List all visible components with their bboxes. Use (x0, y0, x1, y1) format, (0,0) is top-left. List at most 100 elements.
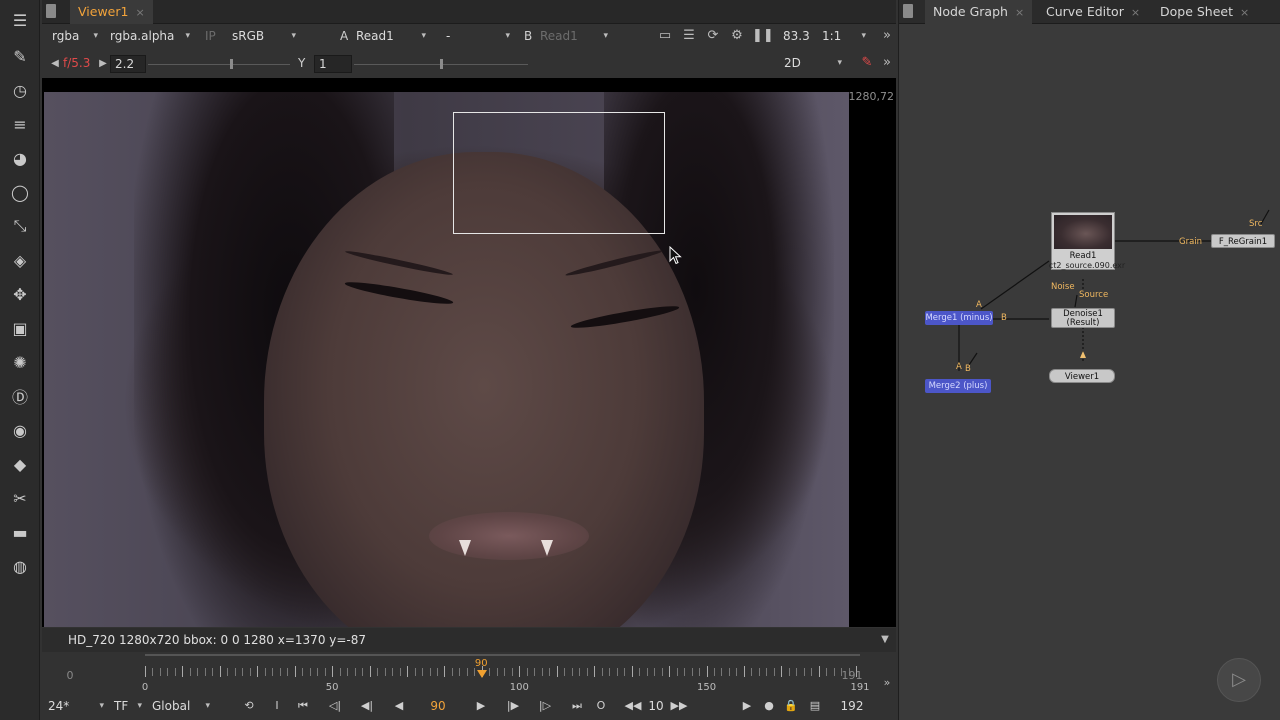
frame-increment-field[interactable]: 10 (648, 696, 664, 716)
eye-icon[interactable]: ◉ (8, 418, 32, 442)
pause-icon[interactable]: ❚❚ (752, 27, 774, 45)
play-overlay-icon[interactable]: ▷ (1217, 658, 1261, 702)
go-to-start-icon[interactable]: ⏮ (292, 696, 314, 716)
metadata-icon[interactable]: ▬ (8, 520, 32, 544)
d-icon[interactable]: Ⓓ (8, 384, 32, 408)
cache-icon[interactable]: ▤ (804, 696, 826, 716)
keyer-icon[interactable]: ⤡ (8, 214, 32, 238)
ruler-tick (549, 668, 551, 676)
input-a-dropdown[interactable]: Read1 (356, 25, 428, 47)
skip-forward-icon[interactable]: ▶▶ (668, 696, 690, 716)
proxy-dropdown[interactable]: 1:1 (822, 25, 868, 47)
timecode-dropdown[interactable]: TF (114, 696, 144, 716)
tab-viewer1[interactable]: Viewer1 × (70, 0, 153, 24)
roi-icon[interactable]: ▭ (656, 27, 674, 45)
input-b-dropdown[interactable]: Read1 (540, 25, 610, 47)
view-mode-dropdown[interactable]: 2D (784, 52, 844, 74)
playhead-label: 90 (474, 658, 488, 669)
compare-mode-dropdown[interactable]: - (446, 25, 512, 47)
playhead[interactable]: 90 (475, 658, 488, 680)
close-icon[interactable]: × (135, 6, 144, 19)
input-process-toggle[interactable]: IP (205, 25, 216, 47)
timeline-options-icon[interactable]: » (878, 674, 896, 692)
fstop-decrease-icon[interactable]: ◀ (46, 55, 64, 73)
play-forward-icon[interactable]: ▶ (470, 696, 492, 716)
tab-curve-editor[interactable]: Curve Editor × (1038, 0, 1148, 24)
refresh-icon[interactable]: ⟳ (704, 27, 722, 45)
gpu-icon[interactable]: ⚙ (728, 27, 746, 45)
brush-icon[interactable]: ✎ (8, 44, 32, 68)
ruler-tick (706, 666, 708, 677)
roi-rectangle[interactable] (453, 112, 665, 234)
node-read1[interactable]: Read1 ct2_source.090.exr (1049, 212, 1125, 270)
color-wheel-icon[interactable]: ◕ (8, 146, 32, 170)
channels-dropdown[interactable]: rgba (52, 25, 100, 47)
node-denoise1[interactable]: Denoise1 (Result) (1051, 308, 1115, 328)
gain-slider[interactable] (148, 55, 290, 73)
tab-node-graph-label: Node Graph (933, 4, 1008, 19)
pane-grip-icon[interactable] (903, 4, 913, 18)
flipbook-icon[interactable]: ▶ (736, 696, 758, 716)
step-forward-icon[interactable]: |▶ (502, 696, 524, 716)
lock-icon[interactable]: 🔒 (780, 696, 802, 716)
loop-icon[interactable]: ⟲ (238, 696, 260, 716)
previous-keyframe-icon[interactable]: ◁| (324, 696, 346, 716)
node-f-regrain1[interactable]: F_ReGrain1 (1211, 234, 1275, 248)
particles-icon[interactable]: ✺ (8, 350, 32, 374)
gain-field[interactable]: 2.2 (110, 55, 146, 73)
furnace-icon[interactable]: ◍ (8, 554, 32, 578)
in-frame[interactable]: 0 (48, 666, 92, 686)
alpha-channel-dropdown[interactable]: rgba.alpha (110, 25, 192, 47)
ruler-tick (699, 668, 701, 676)
clock-icon[interactable]: ◷ (8, 78, 32, 102)
info-expand-icon[interactable]: ▼ (876, 631, 894, 649)
transform-icon[interactable]: ✥ (8, 282, 32, 306)
node-viewer1[interactable]: Viewer1 (1049, 369, 1115, 383)
node-graph-canvas[interactable]: Read1 ct2_source.090.exr F_ReGrain1 Merg… (899, 25, 1280, 720)
fps-dropdown[interactable]: 24* (48, 696, 106, 716)
filter-sphere-icon[interactable]: ◯ (8, 180, 32, 204)
play-backward-icon[interactable]: ◀ (388, 696, 410, 716)
tab-node-graph[interactable]: Node Graph × (925, 0, 1033, 24)
close-icon[interactable]: × (1015, 6, 1024, 19)
step-back-icon[interactable]: ◀| (356, 696, 378, 716)
more-options-icon[interactable]: » (878, 27, 896, 45)
tab-dope-sheet[interactable]: Dope Sheet × (1152, 0, 1257, 24)
more-options-icon[interactable]: » (878, 54, 896, 72)
out-frame[interactable]: 191 (830, 666, 874, 686)
node-merge2[interactable]: Merge2 (plus) (925, 379, 991, 393)
scope-dropdown[interactable]: Global (152, 696, 212, 716)
go-to-end-icon[interactable]: ⏭ (566, 696, 588, 716)
node-merge1[interactable]: Merge1 (minus) (925, 311, 993, 325)
toolbar-menu-icon[interactable]: ☰ (8, 8, 32, 32)
ruler-tick (362, 668, 364, 676)
3d-cube-icon[interactable]: ▣ (8, 316, 32, 340)
zoom-level[interactable]: 83.3 (783, 25, 810, 47)
pane-grip-icon[interactable] (46, 4, 56, 18)
gamma-slider[interactable] (354, 55, 528, 73)
frame-ruler[interactable]: 0 50 100 150 191 90 (102, 654, 870, 693)
record-icon[interactable]: ● (758, 696, 780, 716)
skip-back-icon[interactable]: ◀◀ (622, 696, 644, 716)
colorspace-dropdown[interactable]: sRGB (232, 25, 298, 47)
layers-icon[interactable]: ◈ (8, 248, 32, 272)
next-keyframe-icon[interactable]: |▷ (534, 696, 556, 716)
paint-brush-icon[interactable]: ✎ (858, 54, 876, 72)
set-in-button[interactable]: I (266, 696, 288, 716)
wrench-icon[interactable]: ✂ (8, 486, 32, 510)
fstop-value[interactable]: f/5.3 (63, 52, 90, 74)
viewer-canvas[interactable]: 1280,72 (42, 78, 896, 627)
end-frame-field[interactable]: 192 (840, 696, 864, 716)
close-icon[interactable]: × (1240, 6, 1249, 19)
current-frame-field[interactable]: 90 (428, 696, 448, 716)
channel-icon[interactable]: ≡ (8, 112, 32, 136)
ruler-tick (541, 668, 543, 676)
set-out-button[interactable]: O (590, 696, 612, 716)
clipping-icon[interactable]: ☰ (680, 27, 698, 45)
gamma-field[interactable]: 1 (314, 55, 352, 73)
timeline: 0 0 50 100 150 191 90 191 » (42, 652, 896, 693)
ruler-tick (519, 666, 521, 677)
ruler-tick (287, 668, 289, 676)
toolsets-icon[interactable]: ◆ (8, 452, 32, 476)
close-icon[interactable]: × (1131, 6, 1140, 19)
